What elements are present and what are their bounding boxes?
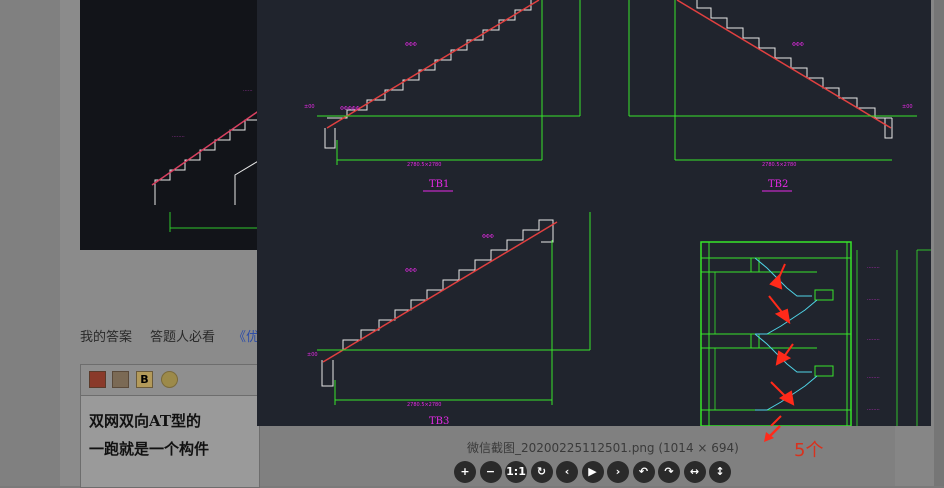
stair-tb3: 2780.5×2780 ΦΦΦ ΦΦΦ ±00 TB3 (307, 212, 591, 426)
editor-line-2: 一跑就是一个构件 (89, 440, 210, 458)
svg-text:ΦΦΦ: ΦΦΦ (792, 42, 804, 48)
background-stair-image: ........ ...... (80, 0, 261, 250)
cad-drawing: 2780.5×2780 ΦΦΦΦΦ ΦΦΦ ±00 TB1 2780.5×278… (304, 0, 931, 426)
next-button[interactable]: › (607, 461, 629, 483)
overflow-arrow (764, 425, 781, 442)
svg-text:ΦΦΦ: ΦΦΦ (405, 42, 417, 48)
answer-tabs: 我的答案 答题人必看 《优 (80, 326, 277, 345)
svg-text:2780.5×2780: 2780.5×2780 (762, 162, 796, 168)
section-elevation: ........ ........ ........ ........ ....… (700, 241, 931, 426)
svg-text:2780.5×2780: 2780.5×2780 (407, 402, 441, 408)
answer-editor: B 双网双向AT型的 一跑就是一个构件 (80, 364, 260, 488)
play-button[interactable]: ▶ (581, 461, 604, 483)
svg-text:±00: ±00 (307, 352, 318, 358)
stair-tb2: 2780.5×2780 ΦΦΦ ±00 TB2 (628, 0, 917, 192)
insert-image-icon[interactable] (89, 371, 106, 388)
zoom-in-button[interactable]: + (454, 461, 476, 483)
actual-size-button[interactable]: 1:1 (505, 461, 527, 483)
svg-text:±00: ±00 (304, 104, 315, 110)
svg-text:........: ........ (867, 296, 880, 302)
svg-text:......: ...... (243, 87, 253, 93)
svg-text:........: ........ (172, 133, 185, 139)
flip-horizontal-button[interactable]: ↔ (683, 461, 706, 483)
flip-vertical-button[interactable]: ↕ (709, 461, 731, 483)
guide-link[interactable]: 《优 (233, 330, 259, 345)
stair-tb1: 2780.5×2780 ΦΦΦΦΦ ΦΦΦ ±00 TB1 (304, 0, 581, 192)
editor-toolbar: B (81, 365, 259, 396)
rotate-button[interactable]: ↻ (530, 461, 553, 483)
redo-button[interactable]: ↷ (658, 461, 680, 483)
tab-my-answer[interactable]: 我的答案 (80, 330, 132, 345)
editor-content[interactable]: 双网双向AT型的 一跑就是一个构件 (89, 407, 264, 463)
tab-must-read[interactable]: 答题人必看 (150, 330, 215, 345)
background-stair-drawing: ........ ...... (151, 87, 261, 232)
svg-text:........: ........ (867, 264, 880, 270)
svg-text:ΦΦΦ: ΦΦΦ (482, 234, 494, 240)
image-viewer[interactable]: 2780.5×2780 ΦΦΦΦΦ ΦΦΦ ±00 TB1 2780.5×278… (257, 0, 931, 426)
svg-text:ΦΦΦ: ΦΦΦ (405, 268, 417, 274)
label-tb2: TB2 (768, 179, 788, 190)
svg-text:........: ........ (867, 406, 880, 412)
annotation-count: 5个 (794, 440, 824, 461)
bold-button[interactable]: B (136, 371, 153, 388)
zoom-out-button[interactable]: − (479, 461, 502, 483)
label-tb3: TB3 (429, 416, 449, 426)
svg-text:±00: ±00 (902, 104, 913, 110)
svg-text:2780.5×2780: 2780.5×2780 (407, 162, 441, 168)
svg-text:........: ........ (867, 336, 880, 342)
label-tb1: TB1 (429, 179, 449, 190)
editor-line-1: 双网双向AT型的 (89, 412, 201, 430)
emoji-icon[interactable] (161, 371, 178, 388)
undo-button[interactable]: ↶ (632, 461, 655, 483)
insert-gallery-icon[interactable] (112, 371, 129, 388)
previous-button[interactable]: ‹ (556, 461, 578, 483)
page-scroll-edge (934, 0, 944, 486)
svg-text:........: ........ (867, 374, 880, 380)
svg-text:ΦΦΦΦΦ: ΦΦΦΦΦ (340, 106, 360, 112)
image-caption: 微信截图_20200225112501.png (1014 × 694) (467, 441, 739, 455)
